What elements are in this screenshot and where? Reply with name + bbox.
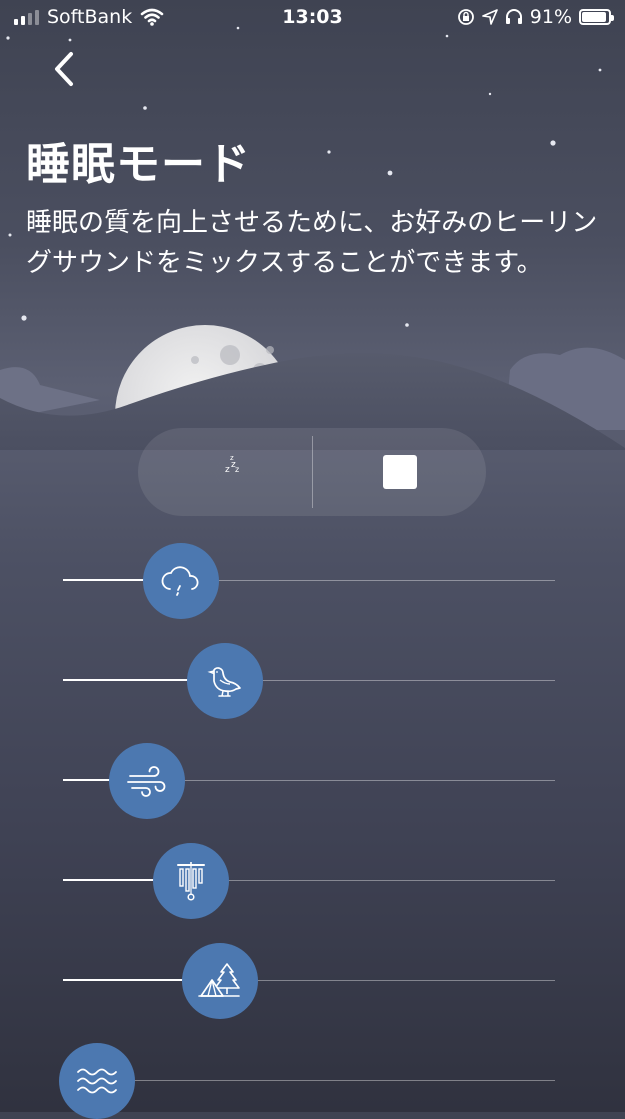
bird-volume-slider[interactable] [63,643,555,719]
wind-chime-icon [177,862,205,901]
playback-control-pill: z z z z [138,428,486,516]
bird-icon [207,667,241,697]
moon-zzz-icon: z z z z [215,454,239,485]
camping-slider-knob[interactable] [182,943,258,1019]
slider-track [63,1080,555,1081]
svg-text:z: z [235,465,239,474]
tent-tree-icon [198,963,240,997]
svg-text:z: z [230,454,234,462]
page-title: 睡眠モード [26,139,251,190]
camping-volume-slider[interactable] [63,943,555,1019]
wind-chime-volume-slider[interactable] [63,843,555,919]
rain-slider-knob[interactable] [143,543,219,619]
waves-slider-knob[interactable] [59,1043,135,1119]
waves-volume-slider[interactable] [59,1043,555,1119]
stop-icon [382,455,417,489]
chevron-left-icon [55,52,73,86]
wind-chime-slider-knob[interactable] [153,843,229,919]
back-button[interactable] [40,46,88,94]
bird-slider-knob[interactable] [187,643,263,719]
rain-volume-slider[interactable] [63,543,555,619]
wind-volume-slider[interactable] [63,743,555,819]
sleep-timer-button[interactable]: z z z z [138,428,312,516]
wind-icon [127,766,166,797]
waves-icon [77,1068,117,1094]
svg-text:z: z [225,465,230,475]
wind-slider-knob[interactable] [109,743,185,819]
stop-button[interactable] [313,428,486,516]
rain-cloud-icon [161,566,199,596]
page-description: 睡眠の質を向上させるために、お好みのヒーリングサウンドをミックスすることができま… [26,208,598,278]
